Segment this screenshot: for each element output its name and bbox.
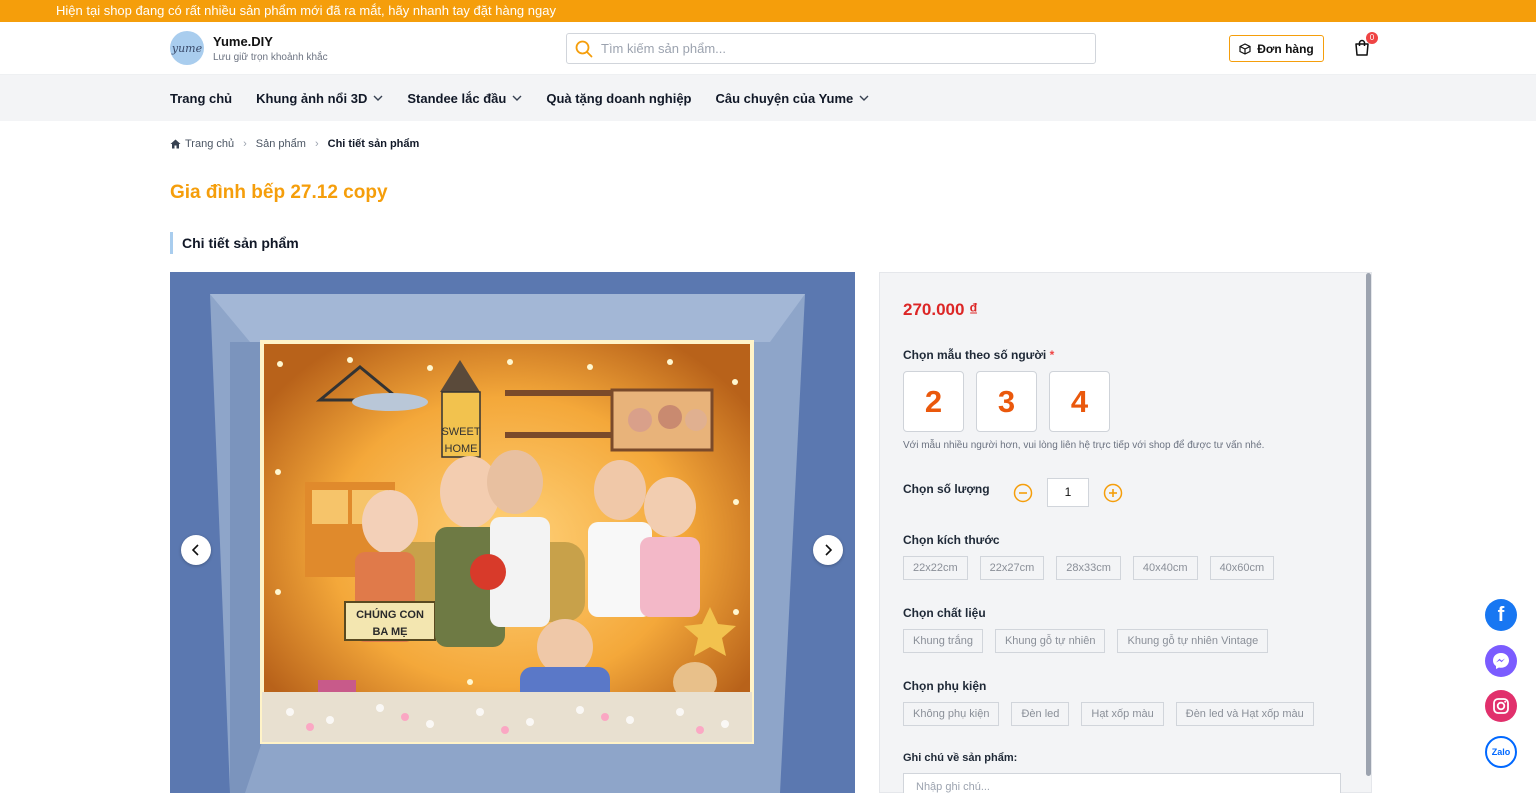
zalo-icon: Zalo [1491,747,1511,757]
instagram-icon [1493,698,1509,714]
product-image: SWEET HOME CHÚNG CON BA MẸ [170,272,855,793]
size-options: 22x22cm 22x27cm 28x33cm 40x40cm 40x60cm [903,556,1286,580]
nav-label: Trang chủ [170,90,233,106]
size-option[interactable]: 40x60cm [1209,556,1275,580]
size-label: Chọn kích thước [903,533,1000,547]
quantity-stepper: 1 [1013,478,1123,507]
facebook-button[interactable]: f [1485,599,1517,631]
nav-item-home[interactable]: Trang chủ [170,91,232,106]
people-option-label: Chọn mẫu theo số người * [903,348,1054,362]
quantity-increase-button[interactable] [1103,483,1123,503]
search-box [566,33,1096,64]
orders-button[interactable]: Đơn hàng [1229,35,1324,62]
material-option[interactable]: Khung gỗ tự nhiên [994,629,1106,653]
logo-link[interactable]: yume Yume.DIY Lưu giữ trọn khoảnh khắc [170,31,328,65]
image-board-text: CHÚNG CON [356,608,424,621]
size-option[interactable]: 22x22cm [903,556,968,580]
nav-label: Quà tặng doanh nghiệp [546,90,692,106]
brand-tagline: Lưu giữ trọn khoảnh khắc [213,51,328,63]
orders-label: Đơn hàng [1257,41,1314,56]
image-sign-text: SWEET [441,426,480,438]
accessory-option[interactable]: Đèn led [1011,702,1070,726]
size-option[interactable]: 22x27cm [979,556,1045,580]
chevron-down-icon [859,95,869,101]
chevron-right-icon [825,544,832,556]
search-icon[interactable] [575,40,593,58]
product-gallery: SWEET HOME CHÚNG CON BA MẸ [170,272,855,793]
promo-text: Hiện tại shop đang có rất nhiều sản phẩm… [56,3,556,18]
chevron-down-icon [373,95,383,101]
people-options: 2 3 4 [903,371,1122,432]
instagram-button[interactable] [1485,690,1517,722]
people-option-2[interactable]: 2 [903,371,964,432]
package-icon [1239,42,1251,55]
breadcrumb-products[interactable]: Sản phẩm [256,138,306,150]
brand-name: Yume.DIY [213,33,273,49]
panel-scrollbar[interactable] [1366,273,1371,776]
messenger-icon [1493,653,1509,669]
image-board-text: BA MẸ [372,626,407,638]
minus-circle-icon [1013,483,1033,502]
quantity-input[interactable]: 1 [1047,478,1089,507]
product-title: Gia đình bếp 27.12 copy [170,182,388,203]
site-header: yume Yume.DIY Lưu giữ trọn khoảnh khắc Đ… [0,22,1536,75]
nav-item-story[interactable]: Câu chuyện của Yume [716,91,870,106]
logo-mark: yume [171,41,203,55]
quantity-decrease-button[interactable] [1013,483,1033,503]
product-options-panel: 270.000 ₫ Chọn mẫu theo số người * 2 3 4… [879,272,1372,793]
chevron-down-icon [512,95,522,101]
promo-banner: Hiện tại shop đang có rất nhiều sản phẩm… [0,0,1536,22]
product-price: 270.000 ₫ [903,300,978,319]
accessory-label: Chọn phụ kiện [903,679,987,693]
nav-label: Khung ảnh nổi 3D [256,90,368,106]
people-label-text: Chọn mẫu theo số người [903,348,1047,362]
cart-button[interactable]: 0 [1353,32,1378,59]
gallery-prev-button[interactable] [181,535,211,565]
nav-label: Standee lắc đầu [407,90,507,106]
logo-text: Yume.DIY Lưu giữ trọn khoảnh khắc [213,34,328,63]
home-icon [170,139,181,149]
material-option[interactable]: Khung gỗ tự nhiên Vintage [1117,629,1269,653]
size-option[interactable]: 28x33cm [1056,556,1121,580]
cart-count-badge: 0 [1366,32,1378,44]
required-mark: * [1049,348,1055,362]
people-option-3[interactable]: 3 [976,371,1037,432]
material-label: Chọn chất liệu [903,606,986,620]
nav-item-standee[interactable]: Standee lắc đầu [407,91,522,106]
chevron-right-icon: › [243,138,247,150]
accessory-option[interactable]: Đèn led và Hạt xốp màu [1175,702,1314,726]
accessory-option[interactable]: Không phụ kiện [903,702,1000,726]
breadcrumb-home[interactable]: Trang chủ [185,138,234,150]
section-heading: Chi tiết sản phẩm [170,232,299,254]
plus-circle-icon [1103,483,1123,502]
zalo-button[interactable]: Zalo [1485,736,1517,768]
image-sign-text: HOME [445,443,478,455]
quantity-label: Chọn số lượng [903,482,990,496]
messenger-button[interactable] [1485,645,1517,677]
main-nav: Trang chủ Khung ảnh nổi 3D Standee lắc đ… [0,75,1536,121]
material-option[interactable]: Khung trắng [903,629,983,653]
size-option[interactable]: 40x40cm [1132,556,1198,580]
accessory-option[interactable]: Hạt xốp màu [1081,702,1164,726]
accessory-options: Không phụ kiện Đèn led Hạt xốp màu Đèn l… [903,702,1326,726]
breadcrumb-current: Chi tiết sản phẩm [327,138,420,150]
people-option-4[interactable]: 4 [1049,371,1110,432]
breadcrumb: Trang chủ › Sản phẩm › Chi tiết sản phẩm [170,138,419,150]
gallery-next-button[interactable] [813,535,843,565]
search-input[interactable] [601,41,1081,56]
material-options: Khung trắng Khung gỗ tự nhiên Khung gỗ t… [903,629,1280,653]
logo-image: yume [170,31,204,65]
chevron-left-icon [192,544,199,556]
nav-item-3d-frames[interactable]: Khung ảnh nổi 3D [256,91,383,106]
nav-item-corporate-gifts[interactable]: Quà tặng doanh nghiệp [546,91,691,106]
note-label: Ghi chú về sản phẩm: [903,752,1018,764]
facebook-icon: f [1497,603,1505,626]
people-hint: Với mẫu nhiều người hơn, vui lòng liên h… [903,440,1265,451]
note-input[interactable] [903,773,1341,793]
nav-label: Câu chuyện của Yume [715,90,854,106]
chevron-right-icon: › [314,138,319,150]
